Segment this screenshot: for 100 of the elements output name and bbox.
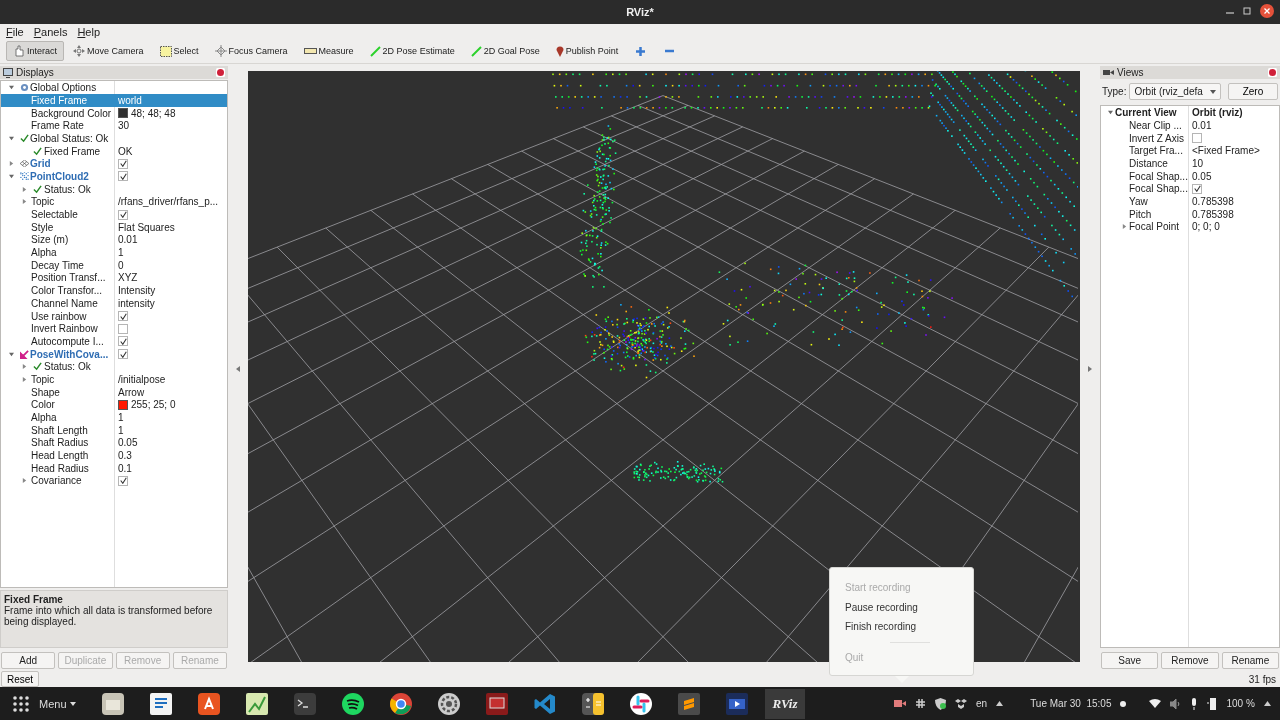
menu-item[interactable]: Help (77, 25, 101, 38)
terminal-icon[interactable] (293, 691, 317, 716)
battery-icon[interactable] (1207, 697, 1218, 711)
tree-row[interactable]: Alpha 1 (1, 411, 227, 424)
browser-icon[interactable] (389, 691, 413, 716)
collapsed-arrow-icon[interactable] (22, 377, 27, 382)
video-recorder-icon[interactable] (725, 691, 749, 716)
text-editor-icon[interactable] (677, 691, 701, 716)
tree-row[interactable]: Head Radius 0.1 (1, 461, 227, 475)
expand-arrow-icon[interactable] (1088, 365, 1092, 372)
expanded-arrow-icon[interactable] (9, 85, 14, 91)
microphone-icon[interactable] (1190, 697, 1199, 710)
tool-button[interactable]: Measure (296, 41, 361, 62)
tree-row[interactable]: Fixed Frame OK (1, 144, 227, 158)
tree-row[interactable]: Frame Rate 30 (1, 119, 227, 133)
panel-button[interactable]: Save (1101, 652, 1159, 670)
menu-item[interactable]: Pause recording (845, 597, 918, 617)
folder-icon[interactable] (101, 691, 125, 716)
tree-row[interactable]: PointCloud2 (1, 170, 227, 183)
tree-row[interactable]: Shaft Radius 0.05 (1, 436, 227, 450)
tree-row[interactable]: Invert Z Axis (1101, 131, 1279, 145)
expanded-arrow-icon[interactable] (9, 135, 14, 141)
remote-desktop-icon[interactable] (485, 691, 509, 716)
tool-button[interactable]: Move Camera (66, 41, 151, 62)
zero-button[interactable]: Zero (1227, 83, 1278, 101)
tree-row[interactable]: Near Clip ... 0.01 (1101, 119, 1279, 132)
tree-row[interactable]: Alpha 1 (1, 246, 227, 259)
clock[interactable]: Tue Mar 30 15:05 (1030, 698, 1112, 710)
app-launcher[interactable]: RViz (765, 688, 805, 719)
tree-row[interactable]: Focal Point 0; 0; 0 (1101, 220, 1279, 234)
panel-button[interactable]: Remove (1161, 652, 1219, 670)
tree-row[interactable]: Grid (1, 157, 227, 171)
tree-row[interactable]: Status: Ok (1, 182, 227, 196)
tree-row[interactable]: Selectable (1, 208, 227, 221)
menu-button[interactable]: Menu (39, 697, 89, 710)
tree-row[interactable]: Global Status: Ok (1, 132, 227, 145)
checkbox[interactable] (118, 171, 128, 182)
tree-row[interactable]: Focal Shap... (1101, 182, 1279, 196)
tool-button[interactable]: Interact (6, 41, 64, 62)
menu-item[interactable]: Finish recording (845, 617, 917, 637)
document-icon[interactable] (149, 691, 173, 716)
tree-row[interactable]: Size (m) 0.01 (1, 233, 227, 247)
collapsed-arrow-icon[interactable] (22, 478, 27, 484)
tree-row[interactable]: Position Transf... XYZ (1, 271, 227, 285)
maximize-icon[interactable] (1242, 6, 1252, 16)
checkbox[interactable] (118, 336, 128, 347)
app-grid-icon[interactable] (13, 695, 29, 712)
tree-row[interactable]: Distance 10 (1101, 157, 1279, 170)
tree-row[interactable]: Status: Ok (1, 360, 227, 374)
tree-row[interactable]: Head Length 0.3 (1, 449, 227, 462)
gear-icon[interactable] (437, 691, 461, 716)
close-icon[interactable] (1260, 4, 1274, 18)
tree-row[interactable]: Shape Arrow (1, 385, 227, 399)
calculator-icon[interactable] (581, 691, 605, 716)
code-editor-icon[interactable] (533, 691, 557, 716)
tree-row[interactable]: Color 255; 25; 0 (1, 398, 227, 412)
hash-logo-icon[interactable] (915, 698, 926, 710)
expanded-arrow-icon[interactable] (9, 174, 14, 179)
panel-button[interactable]: Add (1, 652, 56, 670)
collapse-arrow-icon[interactable] (236, 365, 240, 372)
tree-row[interactable]: Background Color 48; 48; 48 (1, 106, 227, 120)
box-icon[interactable] (955, 698, 967, 709)
tree-row[interactable]: Topic /rfans_driver/rfans_p... (1, 195, 227, 209)
tool-button[interactable]: 2D Pose Estimate (362, 41, 462, 62)
tree-row[interactable]: Current View Orbit (rviz) (1101, 106, 1279, 119)
tree-row[interactable]: Autocompute I... (1, 335, 227, 348)
reset-button[interactable]: Reset (1, 671, 40, 688)
wifi-icon[interactable] (1149, 699, 1162, 709)
tree-row[interactable]: PoseWithCova... (1, 347, 227, 361)
checkbox[interactable] (1192, 133, 1202, 144)
tree-row[interactable]: Use rainbow (1, 309, 227, 323)
speaker-icon[interactable] (1170, 698, 1182, 709)
shield-icon[interactable] (935, 697, 946, 710)
tree-row[interactable]: Style Flat Squares (1, 220, 227, 234)
menu-item[interactable]: Panels (33, 25, 68, 38)
menu-item[interactable]: File (6, 25, 24, 38)
checkbox[interactable] (118, 209, 128, 220)
music-app-icon[interactable] (341, 691, 365, 716)
shopping-bag-icon[interactable] (197, 691, 221, 716)
tree-row[interactable]: Channel Name intensity (1, 297, 227, 310)
tree-row[interactable]: Color Transfor... Intensity (1, 284, 227, 297)
tree-row[interactable]: Pitch 0.785398 (1101, 207, 1279, 221)
tool-button[interactable]: Select (152, 41, 206, 62)
tool-button[interactable]: 2D Goal Pose (463, 41, 547, 62)
checkbox[interactable] (118, 158, 128, 169)
tree-row[interactable]: Target Fra... <Fixed Frame> (1101, 144, 1279, 158)
tree-row[interactable]: Yaw 0.785398 (1101, 195, 1279, 208)
hash-logo-icon[interactable] (629, 691, 653, 716)
tool-button[interactable]: Publish Point (548, 41, 626, 62)
checkbox[interactable] (118, 311, 128, 322)
tree-row[interactable]: Decay Time 0 (1, 258, 227, 272)
tree-row[interactable]: Covariance (1, 474, 227, 488)
tree-row[interactable]: Topic /initialpose (1, 373, 227, 386)
tree-row[interactable]: Focal Shap... 0.05 (1101, 169, 1279, 183)
collapsed-arrow-icon[interactable] (1121, 224, 1127, 230)
tree-row[interactable]: Invert Rainbow (1, 322, 227, 336)
checkbox[interactable] (118, 349, 128, 360)
image-editor-icon[interactable] (245, 691, 269, 716)
collapsed-arrow-icon[interactable] (9, 161, 14, 167)
keyboard-language[interactable]: en (976, 698, 988, 710)
